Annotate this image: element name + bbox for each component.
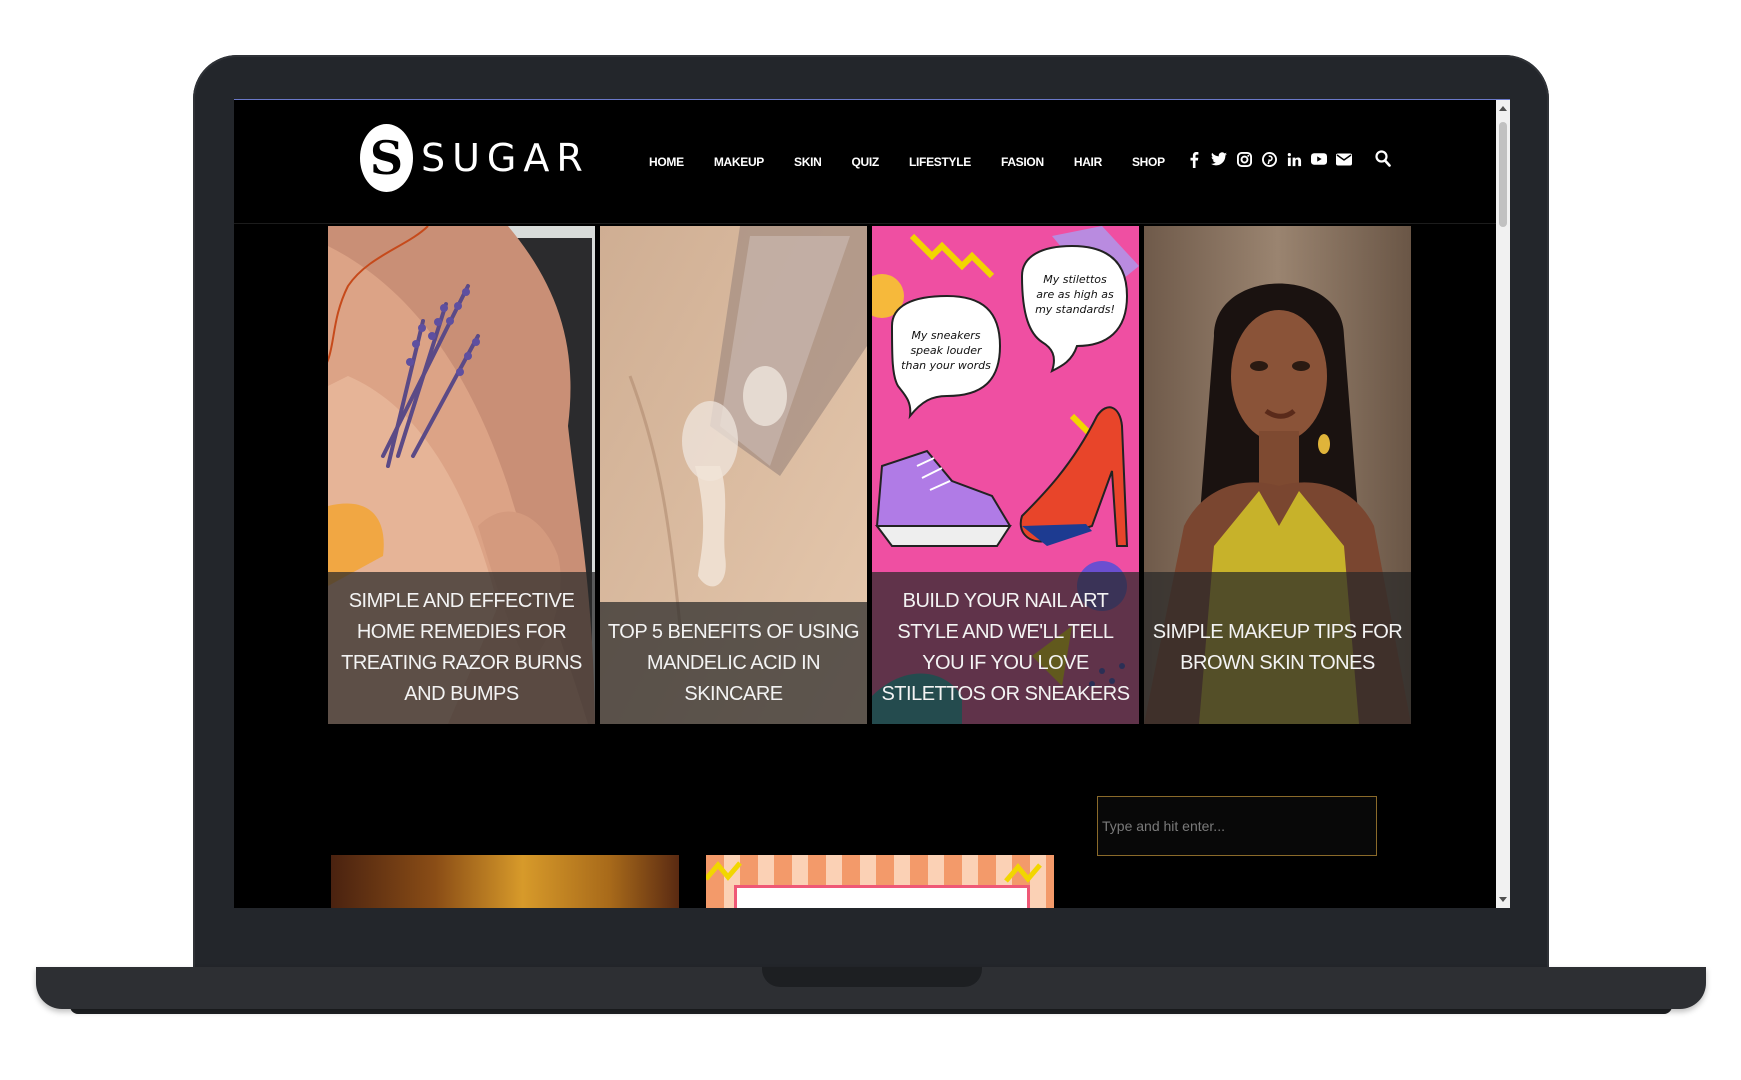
card-title: SIMPLE MAKEUP TIPS FOR BROWN SKIN TONES xyxy=(1144,572,1411,724)
svg-text:My sneakers: My sneakers xyxy=(911,329,980,342)
laptop-notch xyxy=(762,967,982,987)
svg-text:My stilettos: My stilettos xyxy=(1043,273,1107,286)
post-card-brown-skin-makeup[interactable]: SIMPLE MAKEUP TIPS FOR BROWN SKIN TONES xyxy=(1144,226,1411,724)
search-input[interactable] xyxy=(1097,796,1377,856)
zigzag-decoration xyxy=(706,861,1042,883)
site-header: S SUGAR HOME MAKEUP SKIN QUIZ LIFESTYLE … xyxy=(234,100,1496,224)
nav-shop[interactable]: SHOP xyxy=(1132,155,1165,169)
scroll-thumb[interactable] xyxy=(1499,122,1507,227)
svg-text:than your words: than your words xyxy=(901,359,991,372)
nav-fasion[interactable]: FASION xyxy=(1001,155,1044,169)
main-nav: HOME MAKEUP SKIN QUIZ LIFESTYLE FASION H… xyxy=(649,155,1195,169)
nav-hair[interactable]: HAIR xyxy=(1074,155,1102,169)
logo-badge: S xyxy=(360,124,413,192)
instagram-icon[interactable] xyxy=(1236,150,1252,168)
post-preview-image[interactable] xyxy=(331,855,679,908)
preview-card-frame xyxy=(734,885,1030,908)
nav-quiz[interactable]: QUIZ xyxy=(852,155,880,169)
card-title: SIMPLE AND EFFECTIVE HOME REMEDIES FOR T… xyxy=(328,572,595,724)
nav-skin[interactable]: SKIN xyxy=(794,155,822,169)
linkedin-icon[interactable] xyxy=(1286,150,1302,168)
post-card-razor-burns[interactable]: SIMPLE AND EFFECTIVE HOME REMEDIES FOR T… xyxy=(328,226,595,724)
email-icon[interactable] xyxy=(1336,150,1352,168)
svg-text:my standards!: my standards! xyxy=(1035,303,1115,316)
logo-text: SUGAR xyxy=(421,136,590,180)
page-scrollbar[interactable] xyxy=(1496,100,1510,908)
card-title: BUILD YOUR NAIL ART STYLE AND WE'LL TELL… xyxy=(872,572,1139,724)
nav-makeup[interactable]: MAKEUP xyxy=(714,155,765,169)
svg-text:speak louder: speak louder xyxy=(910,344,983,357)
facebook-icon[interactable] xyxy=(1186,150,1202,168)
svg-text:are as high as: are as high as xyxy=(1036,288,1114,301)
youtube-icon[interactable] xyxy=(1311,150,1327,168)
search-icon[interactable] xyxy=(1375,150,1391,173)
post-card-mandelic-acid[interactable]: TOP 5 BENEFITS OF USING MANDELIC ACID IN… xyxy=(600,226,867,724)
post-card-nail-art-quiz[interactable]: My sneakers speak louder than your words… xyxy=(872,226,1139,724)
social-links xyxy=(1186,150,1352,168)
featured-posts: SIMPLE AND EFFECTIVE HOME REMEDIES FOR T… xyxy=(328,226,1411,724)
pinterest-icon[interactable] xyxy=(1261,150,1277,168)
scroll-up-icon[interactable] xyxy=(1499,106,1507,111)
nav-lifestyle[interactable]: LIFESTYLE xyxy=(909,155,971,169)
card-title: TOP 5 BENEFITS OF USING MANDELIC ACID IN… xyxy=(600,602,867,724)
twitter-icon[interactable] xyxy=(1211,150,1227,168)
browser-screen: S SUGAR HOME MAKEUP SKIN QUIZ LIFESTYLE … xyxy=(234,99,1510,908)
post-preview-image[interactable] xyxy=(706,855,1054,908)
nav-home[interactable]: HOME xyxy=(649,155,684,169)
site-logo[interactable]: S SUGAR xyxy=(360,124,590,192)
scroll-down-icon[interactable] xyxy=(1499,897,1507,902)
